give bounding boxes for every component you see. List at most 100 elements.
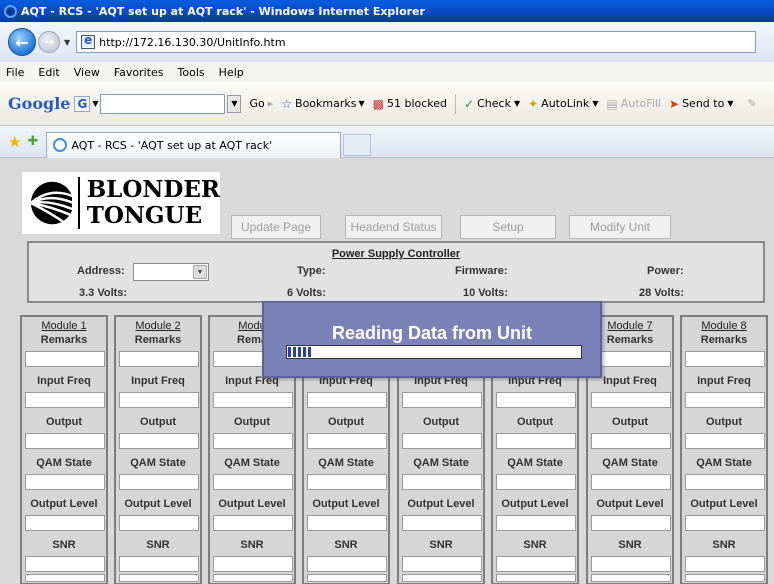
- extra-field[interactable]: [307, 574, 387, 582]
- headend-status-button[interactable]: Headend Status: [345, 215, 442, 239]
- toolbar-options-icon[interactable]: ✎: [747, 97, 756, 110]
- address-bar[interactable]: http://172.16.130.30/UnitInfo.htm: [76, 31, 757, 53]
- input-freq-field[interactable]: [496, 392, 576, 408]
- module-title-link[interactable]: Module 2: [116, 320, 200, 332]
- go-button[interactable]: Go ▸: [249, 97, 273, 110]
- input-freq-field[interactable]: [402, 392, 482, 408]
- extra-field[interactable]: [25, 574, 105, 582]
- autofill-button[interactable]: ▤ AutoFill: [606, 97, 661, 111]
- setup-button[interactable]: Setup: [460, 215, 556, 239]
- menu-bar: File Edit View Favorites Tools Help: [0, 62, 774, 82]
- output-level-field[interactable]: [119, 515, 199, 531]
- address-select[interactable]: ▼: [133, 263, 209, 281]
- output-field[interactable]: [496, 433, 576, 449]
- snr-field[interactable]: [25, 556, 105, 572]
- menu-edit[interactable]: Edit: [38, 66, 59, 79]
- send-to-button[interactable]: ➤ Send to ▼: [669, 97, 733, 111]
- snr-field[interactable]: [591, 556, 671, 572]
- output-level-field[interactable]: [685, 515, 765, 531]
- spellcheck-button[interactable]: ✓ Check ▼: [464, 97, 520, 111]
- module-title-link[interactable]: Module 8: [682, 320, 766, 332]
- input-freq-field[interactable]: [591, 392, 671, 408]
- module-title-link[interactable]: Module 1: [22, 320, 106, 332]
- output-level-field[interactable]: [591, 515, 671, 531]
- snr-field[interactable]: [496, 556, 576, 572]
- output-level-field[interactable]: [213, 515, 293, 531]
- module-8-panel: Module 8 Remarks Input Freq Output QAM State…: [680, 315, 768, 584]
- extra-field[interactable]: [496, 574, 576, 582]
- back-button[interactable]: ←: [8, 28, 36, 56]
- extra-field[interactable]: [591, 574, 671, 582]
- qam-state-field[interactable]: [685, 474, 765, 490]
- logo-text: BLONDER TONGUE: [77, 177, 220, 229]
- input-freq-field[interactable]: [685, 392, 765, 408]
- snr-field[interactable]: [307, 556, 387, 572]
- extra-field[interactable]: [119, 574, 199, 582]
- menu-help[interactable]: Help: [219, 66, 244, 79]
- input-freq-field[interactable]: [119, 392, 199, 408]
- psc-title-link[interactable]: Power Supply Controller: [29, 248, 763, 260]
- remarks-field[interactable]: [685, 351, 765, 367]
- qam-state-field[interactable]: [591, 474, 671, 490]
- menu-tools[interactable]: Tools: [178, 66, 205, 79]
- send-to-icon: ➤: [669, 96, 680, 111]
- output-field[interactable]: [25, 433, 105, 449]
- remarks-field[interactable]: [25, 351, 105, 367]
- output-field[interactable]: [402, 433, 482, 449]
- snr-field[interactable]: [402, 556, 482, 572]
- qam-state-field[interactable]: [307, 474, 387, 490]
- output-level-label: Output Level: [690, 498, 758, 510]
- output-level-field[interactable]: [25, 515, 105, 531]
- qam-state-field[interactable]: [25, 474, 105, 490]
- qam-state-field[interactable]: [213, 474, 293, 490]
- modify-unit-button[interactable]: Modify Unit: [569, 215, 671, 239]
- input-freq-label: Input Freq: [131, 375, 185, 387]
- tab-active[interactable]: AQT - RCS - 'AQT set up at AQT rack': [46, 131, 342, 158]
- add-favorites-icon[interactable]: ✚: [27, 134, 38, 149]
- forward-button[interactable]: →: [38, 31, 60, 53]
- remarks-field[interactable]: [119, 351, 199, 367]
- popup-blocked-button[interactable]: ▩ 51 blocked: [373, 97, 447, 111]
- volts-10-label: 10 Volts:: [463, 287, 509, 299]
- qam-state-field[interactable]: [496, 474, 576, 490]
- google-g-button[interactable]: G: [74, 95, 91, 112]
- snr-field[interactable]: [119, 556, 199, 572]
- window-title: AQT - RCS - 'AQT set up at AQT rack' - W…: [21, 4, 425, 18]
- output-level-field[interactable]: [402, 515, 482, 531]
- favorites-star-icon[interactable]: ★: [8, 133, 21, 151]
- input-freq-field[interactable]: [213, 392, 293, 408]
- module-2-panel: Module 2 Remarks Input Freq Output QAM State…: [114, 315, 202, 584]
- output-field[interactable]: [119, 433, 199, 449]
- qam-state-field[interactable]: [119, 474, 199, 490]
- remarks-field[interactable]: [591, 351, 671, 367]
- menu-view[interactable]: View: [74, 66, 100, 79]
- update-page-button[interactable]: Update Page: [231, 215, 321, 239]
- google-search-input[interactable]: [100, 93, 226, 114]
- history-dropdown-icon[interactable]: ▼: [64, 38, 70, 47]
- input-freq-label: Input Freq: [37, 375, 91, 387]
- bookmarks-button[interactable]: ☆ Bookmarks ▼: [281, 97, 364, 111]
- extra-field[interactable]: [685, 574, 765, 582]
- menu-file[interactable]: File: [6, 66, 24, 79]
- autolink-button[interactable]: ✦ AutoLink ▼: [528, 97, 598, 111]
- output-level-field[interactable]: [307, 515, 387, 531]
- search-dropdown-icon[interactable]: ▼: [227, 94, 242, 113]
- output-field[interactable]: [591, 433, 671, 449]
- google-menu-dropdown-icon[interactable]: ▼: [92, 99, 98, 108]
- input-freq-field[interactable]: [25, 392, 105, 408]
- snr-field[interactable]: [685, 556, 765, 572]
- new-tab-button[interactable]: [343, 133, 372, 156]
- input-freq-field[interactable]: [307, 392, 387, 408]
- output-field[interactable]: [307, 433, 387, 449]
- output-field[interactable]: [685, 433, 765, 449]
- address-url[interactable]: http://172.16.130.30/UnitInfo.htm: [99, 36, 285, 49]
- menu-favorites[interactable]: Favorites: [114, 66, 164, 79]
- extra-field[interactable]: [402, 574, 482, 582]
- output-level-field[interactable]: [496, 515, 576, 531]
- autofill-icon: ▤: [606, 96, 618, 111]
- snr-field[interactable]: [213, 556, 293, 572]
- output-field[interactable]: [213, 433, 293, 449]
- qam-state-field[interactable]: [402, 474, 482, 490]
- output-level-label: Output Level: [124, 498, 192, 510]
- extra-field[interactable]: [213, 574, 293, 582]
